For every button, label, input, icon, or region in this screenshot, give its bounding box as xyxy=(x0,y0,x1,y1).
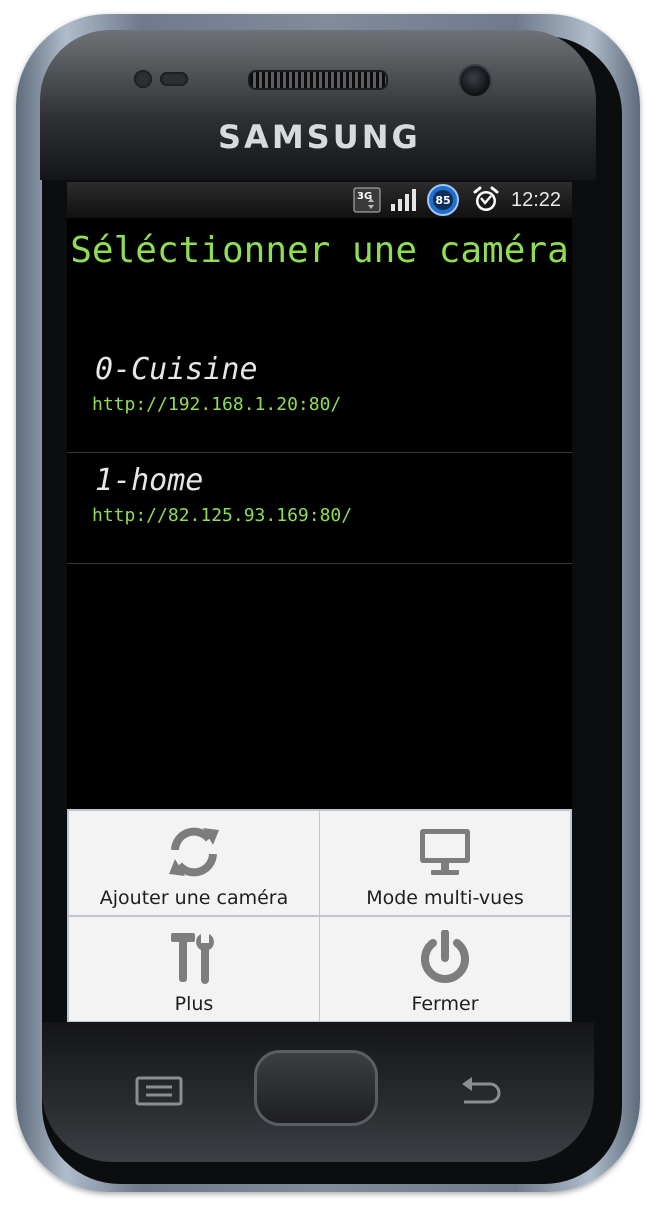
camera-name: 0-Cuisine xyxy=(95,352,258,387)
earpiece-speaker xyxy=(248,70,388,90)
camera-url: http://192.168.1.20:80/ xyxy=(92,394,342,415)
camera-list-item[interactable]: 0-Cuisine http://192.168.1.20:80/ xyxy=(67,342,572,453)
close-menu-item[interactable]: Fermer xyxy=(320,917,570,1021)
menu-key-icon[interactable] xyxy=(134,1070,184,1110)
multi-view-menu-item[interactable]: Mode multi-vues xyxy=(320,811,570,915)
screen: 3G 85 12:22 Séléctionner une caméra 0-Cu… xyxy=(67,182,572,1022)
camera-list-item[interactable]: 1-home http://82.125.93.169:80/ xyxy=(67,453,572,564)
page-title: Séléctionner une caméra xyxy=(70,230,569,271)
power-icon xyxy=(415,929,475,987)
menu-item-label: Mode multi-vues xyxy=(366,887,524,909)
front-camera xyxy=(458,64,492,98)
proximity-sensor xyxy=(134,70,152,88)
alarm-clock-icon xyxy=(471,182,501,218)
brand-logo: SAMSUNG xyxy=(218,118,421,156)
monitor-icon xyxy=(415,823,475,881)
status-time: 12:22 xyxy=(511,188,562,211)
menu-item-label: Plus xyxy=(174,993,214,1015)
battery-icon: 85 xyxy=(427,182,459,218)
camera-url: http://82.125.93.169:80/ xyxy=(92,505,353,526)
3g-data-icon: 3G xyxy=(351,182,383,218)
light-sensor xyxy=(160,72,188,86)
battery-level-label: 85 xyxy=(435,194,450,207)
camera-list: 0-Cuisine http://192.168.1.20:80/ 1-home… xyxy=(67,342,572,564)
options-menu: Ajouter une caméra Mode multi-vues Plus … xyxy=(67,809,572,1022)
status-bar: 3G 85 12:22 xyxy=(67,182,572,218)
more-menu-item[interactable]: Plus xyxy=(69,917,319,1021)
add-camera-menu-item[interactable]: Ajouter une caméra xyxy=(69,811,319,915)
home-button[interactable] xyxy=(254,1050,378,1126)
menu-item-label: Ajouter une caméra xyxy=(99,887,289,909)
phone-top-bezel xyxy=(40,30,596,180)
back-key-icon[interactable] xyxy=(456,1072,506,1112)
tools-icon xyxy=(164,929,224,987)
signal-strength-icon xyxy=(389,182,421,218)
camera-name: 1-home xyxy=(95,463,204,498)
menu-item-label: Fermer xyxy=(411,993,479,1015)
refresh-icon xyxy=(164,823,224,881)
